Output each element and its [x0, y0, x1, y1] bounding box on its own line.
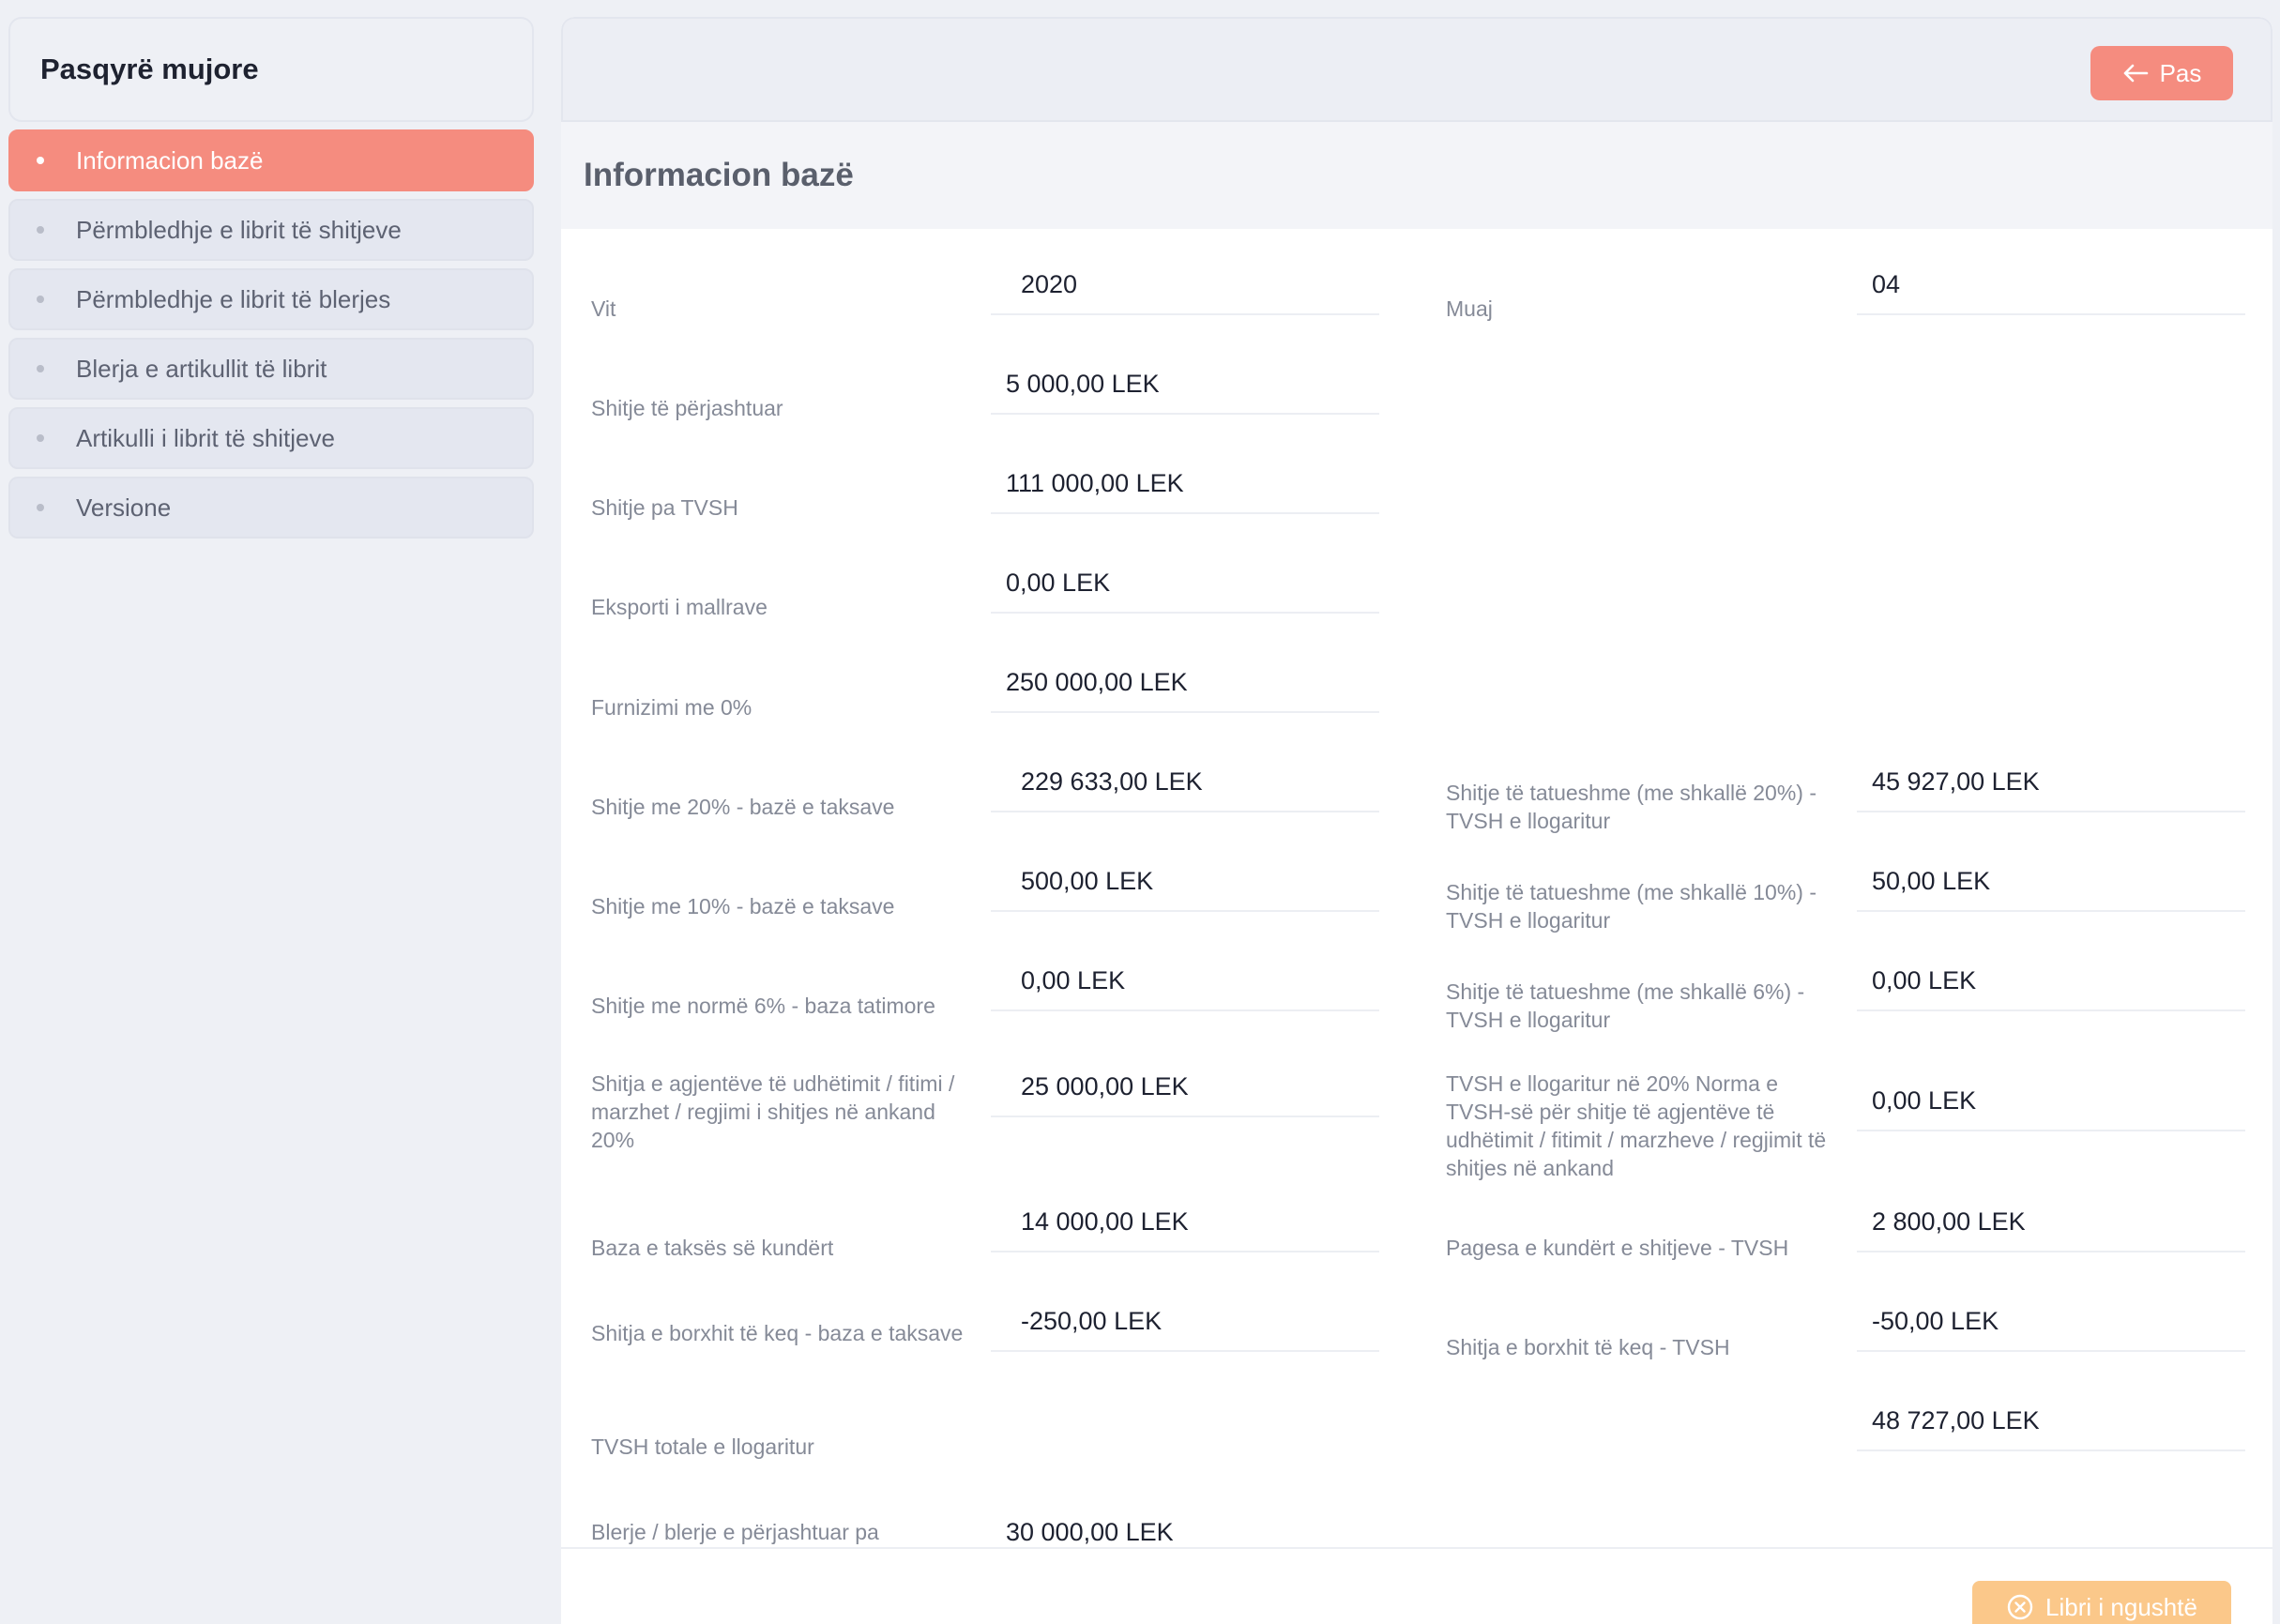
exempt-sales-label: Shitje të përjashtuar	[591, 396, 783, 420]
basic-info-form: Vit 2020 Muaj 04 Shitje të përjashtuar 5…	[561, 229, 2272, 1547]
total-vat-field[interactable]: 48 727,00 LEK	[1857, 1391, 2245, 1451]
sidebar-item-purchase-summary[interactable]: Përmbledhje e librit të blerjes	[8, 268, 534, 330]
baddebt-vat-field[interactable]: -50,00 LEK	[1857, 1292, 2245, 1352]
exempt-sales-field[interactable]: 5 000,00 LEK	[991, 355, 1379, 415]
export-goods-field[interactable]: 0,00 LEK	[991, 554, 1379, 614]
sales20-vat-label: Shitje të tatueshme (me shkallë 20%) - T…	[1446, 781, 1817, 833]
supply-zero-field[interactable]: 250 000,00 LEK	[991, 653, 1379, 713]
sales20-base-label: Shitje me 20% - bazë e taksave	[591, 795, 895, 819]
sales10-base-field[interactable]: 500,00 LEK	[991, 852, 1379, 912]
sales6-base-field[interactable]: 0,00 LEK	[991, 951, 1379, 1011]
bullet-icon	[37, 157, 44, 164]
year-field[interactable]: 2020	[991, 255, 1379, 315]
total-vat-label: TVSH totale e llogaritur	[591, 1434, 814, 1459]
reverse-base-field[interactable]: 14 000,00 LEK	[991, 1192, 1379, 1252]
sidebar: Pasqyrë mujore Informacion bazë Përmbled…	[8, 17, 534, 539]
sidebar-item-label: Artikulli i librit të shitjeve	[76, 423, 335, 452]
sales6-base-label: Shitje me normë 6% - baza tatimore	[591, 994, 935, 1018]
sidebar-item-versions[interactable]: Versione	[8, 477, 534, 539]
baddebt-vat-label: Shitja e borxhit të keq - TVSH	[1446, 1335, 1730, 1359]
year-label: Vit	[591, 296, 616, 321]
bullet-icon	[37, 226, 44, 234]
month-label: Muaj	[1446, 296, 1493, 321]
arrow-left-icon	[2123, 64, 2148, 83]
baddebt-base-label: Shitja e borxhit të keq - baza e taksave	[591, 1321, 964, 1345]
month-field[interactable]: 04	[1857, 255, 2245, 315]
close-book-label: Libri i ngushtë	[2045, 1592, 2197, 1621]
agents-vat-field[interactable]: 0,00 LEK	[1857, 1071, 2245, 1131]
agents-vat-label: TVSH e llogaritur në 20% Norma e TVSH-së…	[1446, 1071, 1827, 1180]
sales-no-vat-field[interactable]: 111 000,00 LEK	[991, 454, 1379, 514]
sidebar-title: Pasqyrë mujore	[8, 17, 534, 122]
sidebar-item-label: Përmbledhje e librit të shitjeve	[76, 215, 402, 244]
close-book-button[interactable]: Libri i ngushtë	[1972, 1581, 2231, 1624]
purchases-exempt-field[interactable]: 30 000,00 LEK	[991, 1502, 1379, 1547]
agents-base-field[interactable]: 25 000,00 LEK	[991, 1057, 1379, 1117]
close-circle-icon	[2007, 1594, 2033, 1620]
main-panel: Pas Informacion bazë Vit 2020 Muaj 04 Sh…	[561, 17, 2272, 1624]
bullet-icon	[37, 504, 44, 511]
reverse-vat-field[interactable]: 2 800,00 LEK	[1857, 1192, 2245, 1252]
sidebar-item-basic-info[interactable]: Informacion bazë	[8, 129, 534, 191]
sidebar-item-label: Informacion bazë	[76, 145, 264, 175]
section-title: Informacion bazë	[561, 122, 2272, 229]
sales-no-vat-label: Shitje pa TVSH	[591, 495, 738, 520]
reverse-vat-label: Pagesa e kundërt e shitjeve - TVSH	[1446, 1236, 1789, 1260]
bullet-icon	[37, 296, 44, 303]
sidebar-item-label: Versione	[76, 493, 172, 522]
bullet-icon	[37, 434, 44, 442]
bullet-icon	[37, 365, 44, 372]
baddebt-base-field[interactable]: -250,00 LEK	[991, 1292, 1379, 1352]
back-button-label: Pas	[2159, 58, 2202, 87]
sidebar-item-label: Përmbledhje e librit të blerjes	[76, 284, 391, 313]
sales10-vat-field[interactable]: 50,00 LEK	[1857, 852, 2245, 912]
footer-bar: Libri i ngushtë	[561, 1547, 2272, 1624]
sidebar-item-sales-summary[interactable]: Përmbledhje e librit të shitjeve	[8, 199, 534, 261]
back-button[interactable]: Pas	[2090, 46, 2233, 100]
purchases-exempt-label: Blerje / blerje e përjashtuar pa	[591, 1520, 879, 1544]
sidebar-item-label: Blerja e artikullit të librit	[76, 354, 327, 383]
agents-base-label: Shitja e agjentëve të udhëtimit / fitimi…	[591, 1071, 955, 1152]
sales6-vat-field[interactable]: 0,00 LEK	[1857, 951, 2245, 1011]
top-toolbar: Pas	[561, 17, 2272, 122]
sidebar-item-sales-book-items[interactable]: Artikulli i librit të shitjeve	[8, 407, 534, 469]
reverse-base-label: Baza e taksës së kundërt	[591, 1236, 834, 1260]
sales20-base-field[interactable]: 229 633,00 LEK	[991, 752, 1379, 812]
sales10-base-label: Shitje me 10% - bazë e taksave	[591, 894, 895, 918]
sidebar-item-purchase-book-items[interactable]: Blerja e artikullit të librit	[8, 338, 534, 400]
supply-zero-label: Furnizimi me 0%	[591, 695, 752, 720]
export-goods-label: Eksporti i mallrave	[591, 595, 768, 619]
sales6-vat-label: Shitje të tatueshme (me shkallë 6%) - TV…	[1446, 979, 1805, 1032]
sales20-vat-field[interactable]: 45 927,00 LEK	[1857, 752, 2245, 812]
sales10-vat-label: Shitje të tatueshme (me shkallë 10%) - T…	[1446, 880, 1817, 933]
